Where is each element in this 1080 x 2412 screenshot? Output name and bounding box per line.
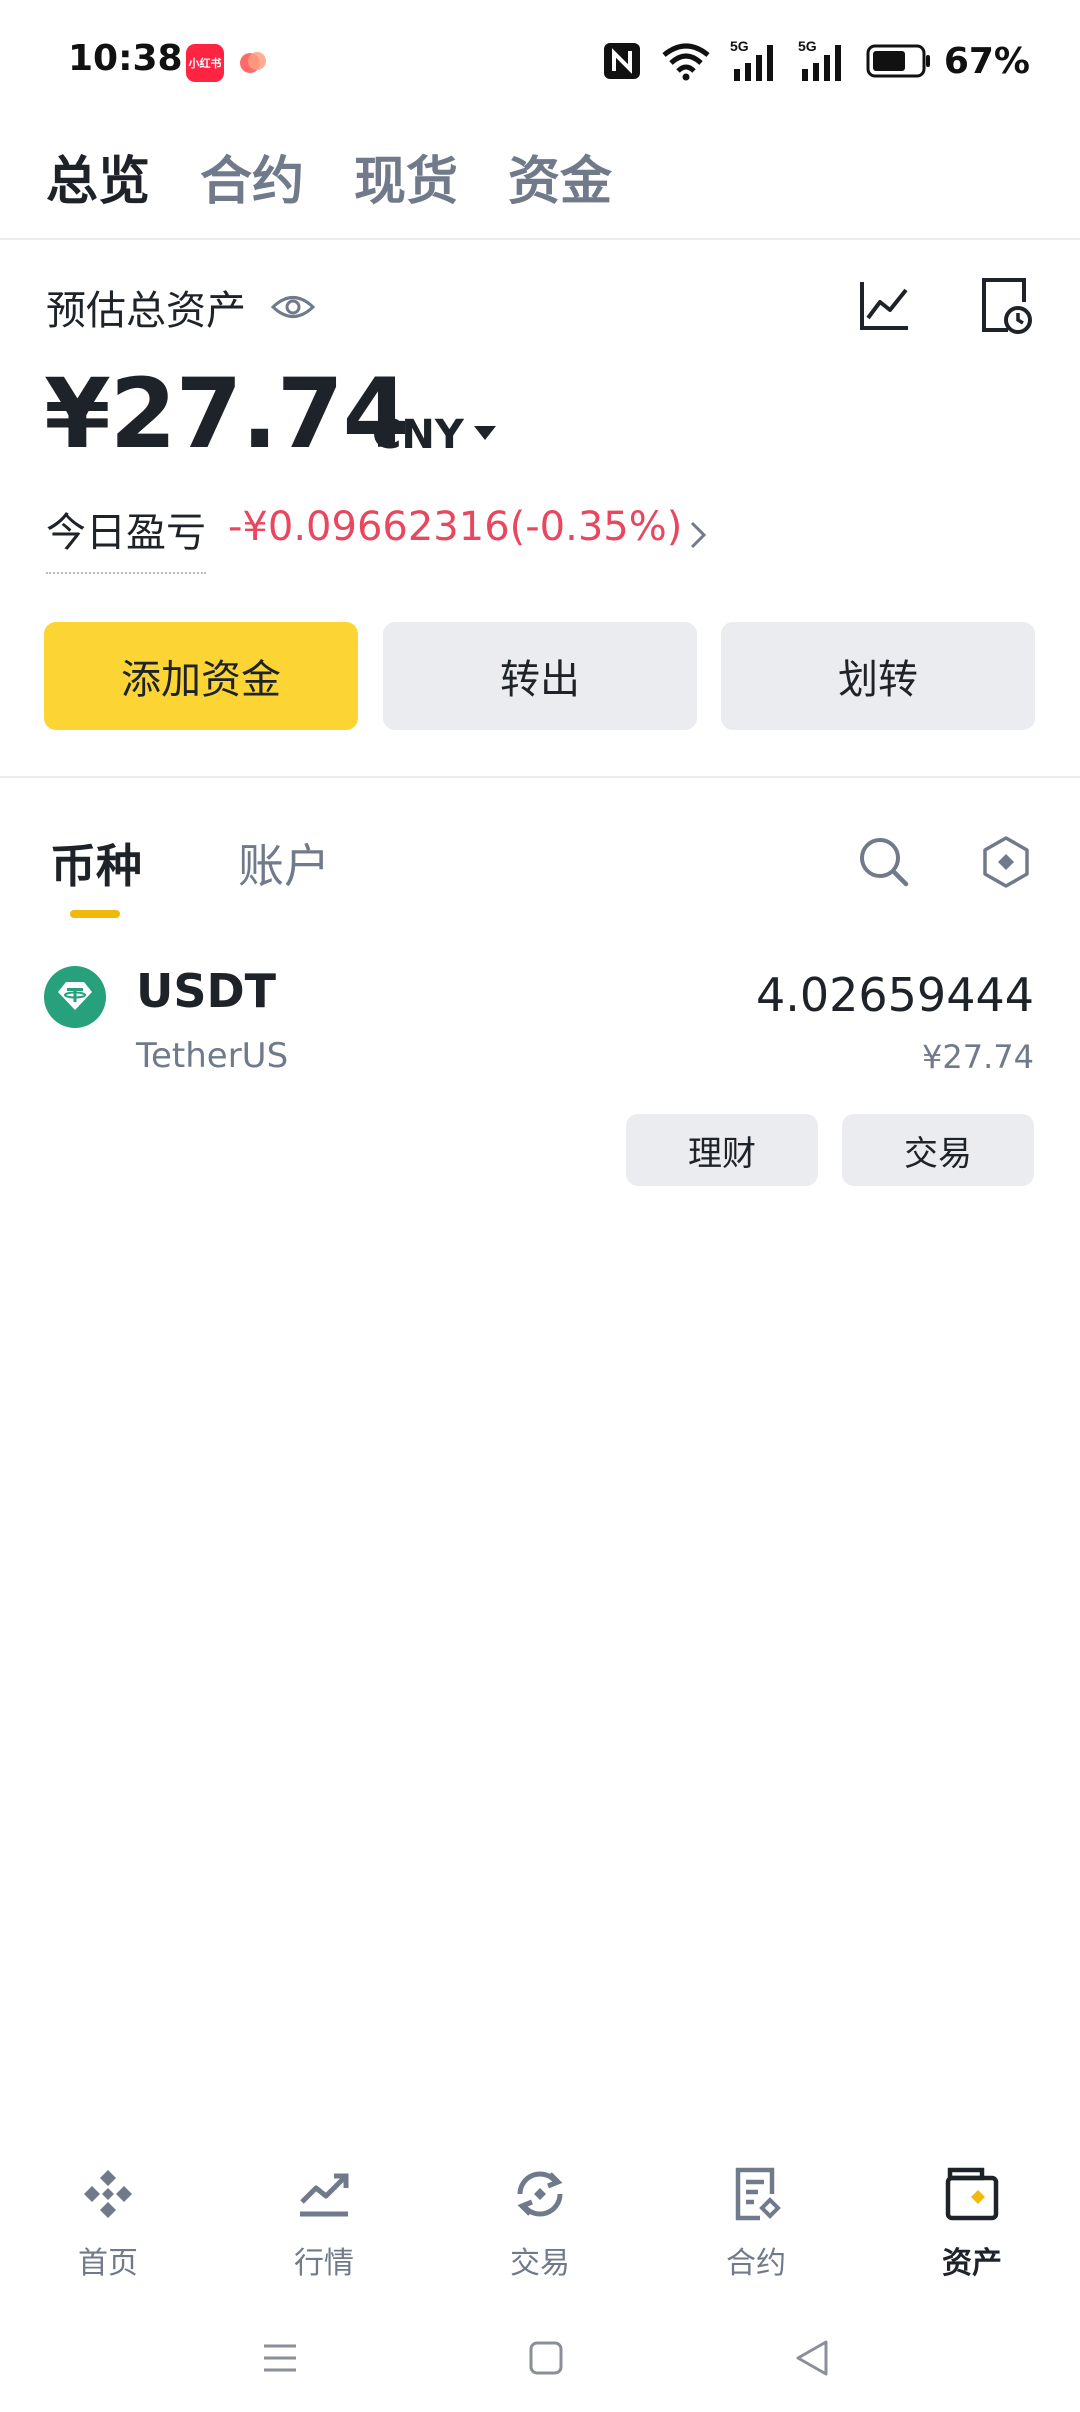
search-icon[interactable] bbox=[856, 834, 912, 890]
coin-symbol: USDT bbox=[136, 964, 277, 1018]
add-funds-button[interactable]: 添加资金 bbox=[44, 622, 358, 730]
home-square-icon[interactable] bbox=[528, 2340, 564, 2376]
caret-down-icon[interactable] bbox=[474, 426, 496, 440]
chart-icon[interactable] bbox=[856, 278, 912, 334]
status-time: 10:38 bbox=[68, 38, 183, 79]
active-tab-indicator bbox=[70, 910, 120, 918]
markets-icon bbox=[300, 2173, 349, 2217]
coin-quantity: 4.02659444 bbox=[755, 968, 1034, 1022]
nav-trade[interactable]: 交易 bbox=[432, 2150, 648, 2281]
nav-futures[interactable]: 合约 bbox=[648, 2150, 864, 2281]
nav-label: 交易 bbox=[510, 2246, 570, 2281]
tab-accounts[interactable]: 账户 bbox=[238, 830, 330, 896]
nav-label: 首页 bbox=[78, 2246, 138, 2281]
wallet-icon bbox=[945, 2167, 999, 2221]
tab-futures[interactable]: 合约 bbox=[200, 139, 304, 214]
status-bar: 10:38 小红书 5G 5G 67% bbox=[0, 0, 1080, 120]
today-pnl-value[interactable]: -¥0.09662316(-0.35%) bbox=[228, 504, 682, 550]
tab-overview[interactable]: 总览 bbox=[46, 139, 150, 214]
battery-percent: 67% bbox=[943, 40, 1030, 82]
wifi-icon bbox=[662, 43, 710, 81]
withdraw-button[interactable]: 转出 bbox=[383, 622, 697, 730]
futures-icon bbox=[735, 2167, 781, 2221]
tab-spot[interactable]: 现货 bbox=[354, 139, 458, 214]
svg-text:5G: 5G bbox=[798, 39, 817, 54]
top-tabs: 总览 合约 现货 资金 bbox=[46, 136, 612, 216]
bottom-navigation: 首页 行情 交易 合约 资产 bbox=[0, 2150, 1080, 2281]
currency-selector[interactable]: CNY bbox=[372, 412, 464, 458]
nav-label: 行情 bbox=[294, 2246, 354, 2281]
trade-button[interactable]: 交易 bbox=[842, 1114, 1034, 1186]
divider bbox=[0, 238, 1080, 240]
trade-icon bbox=[517, 2171, 563, 2217]
system-navigation-bar bbox=[0, 2300, 1080, 2412]
usdt-logo-icon bbox=[44, 966, 106, 1028]
menu-icon[interactable] bbox=[262, 2342, 298, 2374]
coin-fiat-value: ¥27.74 bbox=[922, 1038, 1034, 1076]
signal-5g-icon: 5G bbox=[730, 39, 773, 81]
history-icon[interactable] bbox=[978, 276, 1034, 336]
tab-coins[interactable]: 币种 bbox=[50, 830, 142, 896]
divider bbox=[0, 776, 1080, 778]
nav-label: 合约 bbox=[726, 2246, 786, 2281]
estimated-total-label: 预估总资产 bbox=[46, 288, 246, 334]
back-triangle-icon[interactable] bbox=[794, 2338, 830, 2378]
chevron-right-icon[interactable] bbox=[686, 518, 710, 552]
tab-funding[interactable]: 资金 bbox=[508, 139, 612, 214]
binance-home-icon bbox=[84, 2170, 132, 2218]
nav-assets[interactable]: 资产 bbox=[864, 2150, 1080, 2281]
nfc-icon bbox=[603, 43, 640, 79]
signal-5g-icon: 5G bbox=[798, 39, 841, 81]
today-pnl-label[interactable]: 今日盈亏 bbox=[46, 500, 206, 574]
total-asset-amount: ¥27.74 bbox=[44, 358, 409, 470]
settings-hexagon-icon[interactable] bbox=[978, 834, 1034, 890]
eye-icon[interactable] bbox=[270, 288, 316, 326]
nav-markets[interactable]: 行情 bbox=[216, 2150, 432, 2281]
earn-button[interactable]: 理财 bbox=[626, 1114, 818, 1186]
nav-home[interactable]: 首页 bbox=[0, 2150, 216, 2281]
app-notification-icon bbox=[240, 52, 266, 73]
svg-text:5G: 5G bbox=[730, 39, 749, 54]
nav-label: 资产 bbox=[942, 2246, 1002, 2281]
coin-name: TetherUS bbox=[136, 1036, 289, 1076]
xiaohongshu-app-icon: 小红书 bbox=[186, 44, 224, 82]
status-icons: 5G 5G 67% bbox=[602, 36, 1030, 86]
transfer-button[interactable]: 划转 bbox=[721, 622, 1035, 730]
battery-icon bbox=[866, 44, 930, 78]
